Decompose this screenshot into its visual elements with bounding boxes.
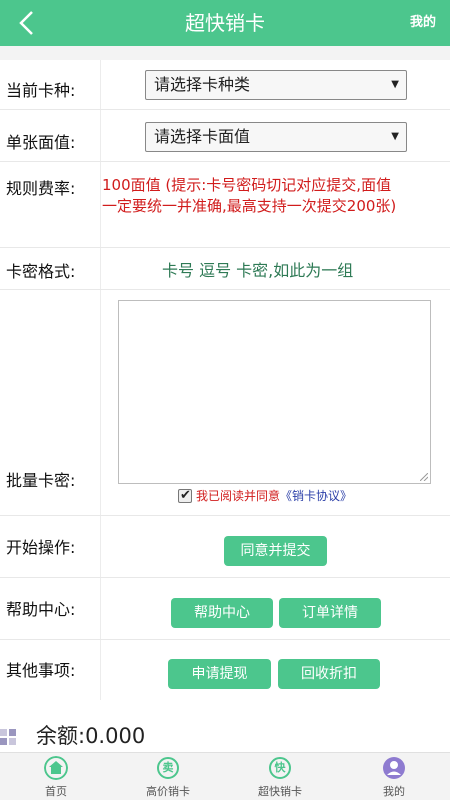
face-value-select[interactable]: 请选择卡面值 ▼	[145, 122, 407, 152]
mine-link[interactable]: 我的	[410, 0, 436, 46]
agreement-line: 我已阅读并同意《销卡协议》	[178, 487, 352, 505]
agreement-link[interactable]: 《销卡协议》	[280, 489, 352, 503]
home-icon	[44, 756, 68, 780]
recycle-discount-button[interactable]: 回收折扣	[278, 659, 380, 689]
sell-icon: 卖	[157, 757, 179, 779]
face-value-value: 请选择卡面值	[154, 127, 251, 146]
fast-icon: 快	[269, 757, 291, 779]
dropdown-arrow-icon: ▼	[391, 79, 399, 90]
user-icon	[383, 757, 405, 779]
format-label: 卡密格式:	[6, 262, 76, 281]
page-title: 超快销卡	[185, 11, 265, 35]
dropdown-arrow-icon: ▼	[391, 131, 399, 142]
rate-text: 100面值 (提示:卡号密码切记对应提交,面值一定要统一并准确,最高支持一次提交…	[102, 176, 397, 215]
withdraw-button[interactable]: 申请提现	[168, 659, 271, 689]
start-label: 开始操作:	[6, 538, 76, 557]
order-details-button[interactable]: 订单详情	[279, 598, 381, 628]
help-center-button[interactable]: 帮助中心	[171, 598, 273, 628]
face-value-row: 单张面值: 请选择卡面值 ▼	[0, 110, 450, 162]
agree-submit-button[interactable]: 同意并提交	[224, 536, 327, 566]
balance-bar: 余额:0.000	[0, 718, 450, 754]
card-type-row: 当前卡种: 请选择卡种类 ▼	[0, 60, 450, 110]
balance-icon	[0, 729, 16, 745]
tab-home-label: 首页	[45, 785, 67, 798]
batch-card-input[interactable]	[118, 300, 431, 484]
tab-mine-label: 我的	[383, 785, 405, 798]
agree-text: 我已阅读并同意	[196, 489, 281, 503]
resize-grip-icon[interactable]	[420, 473, 428, 481]
card-type-label: 当前卡种:	[6, 81, 76, 100]
other-label: 其他事项:	[6, 661, 76, 680]
face-value-label: 单张面值:	[6, 133, 76, 152]
card-type-select[interactable]: 请选择卡种类 ▼	[145, 70, 407, 100]
bottom-tab-bar: 首页 卖 高价销卡 快 超快销卡 我的	[0, 752, 450, 800]
tab-fast-sell-label: 超快销卡	[258, 785, 302, 798]
format-text: 卡号 逗号 卡密,如此为一组	[162, 261, 354, 280]
rate-label: 规则费率:	[6, 179, 76, 198]
help-label: 帮助中心:	[6, 600, 76, 619]
tab-fast-sell[interactable]: 快 超快销卡	[224, 753, 336, 800]
tab-mine[interactable]: 我的	[338, 753, 450, 800]
balance-text: 余额:0.000	[36, 724, 146, 748]
tab-home[interactable]: 首页	[0, 753, 112, 800]
card-type-value: 请选择卡种类	[154, 75, 251, 94]
tab-high-price-sell[interactable]: 卖 高价销卡	[112, 753, 224, 800]
header-gap	[0, 46, 450, 60]
header-bar: 超快销卡 我的	[0, 0, 450, 46]
agree-checkbox[interactable]	[178, 487, 192, 505]
tab-high-price-sell-label: 高价销卡	[146, 785, 190, 798]
batch-label: 批量卡密:	[6, 471, 76, 490]
